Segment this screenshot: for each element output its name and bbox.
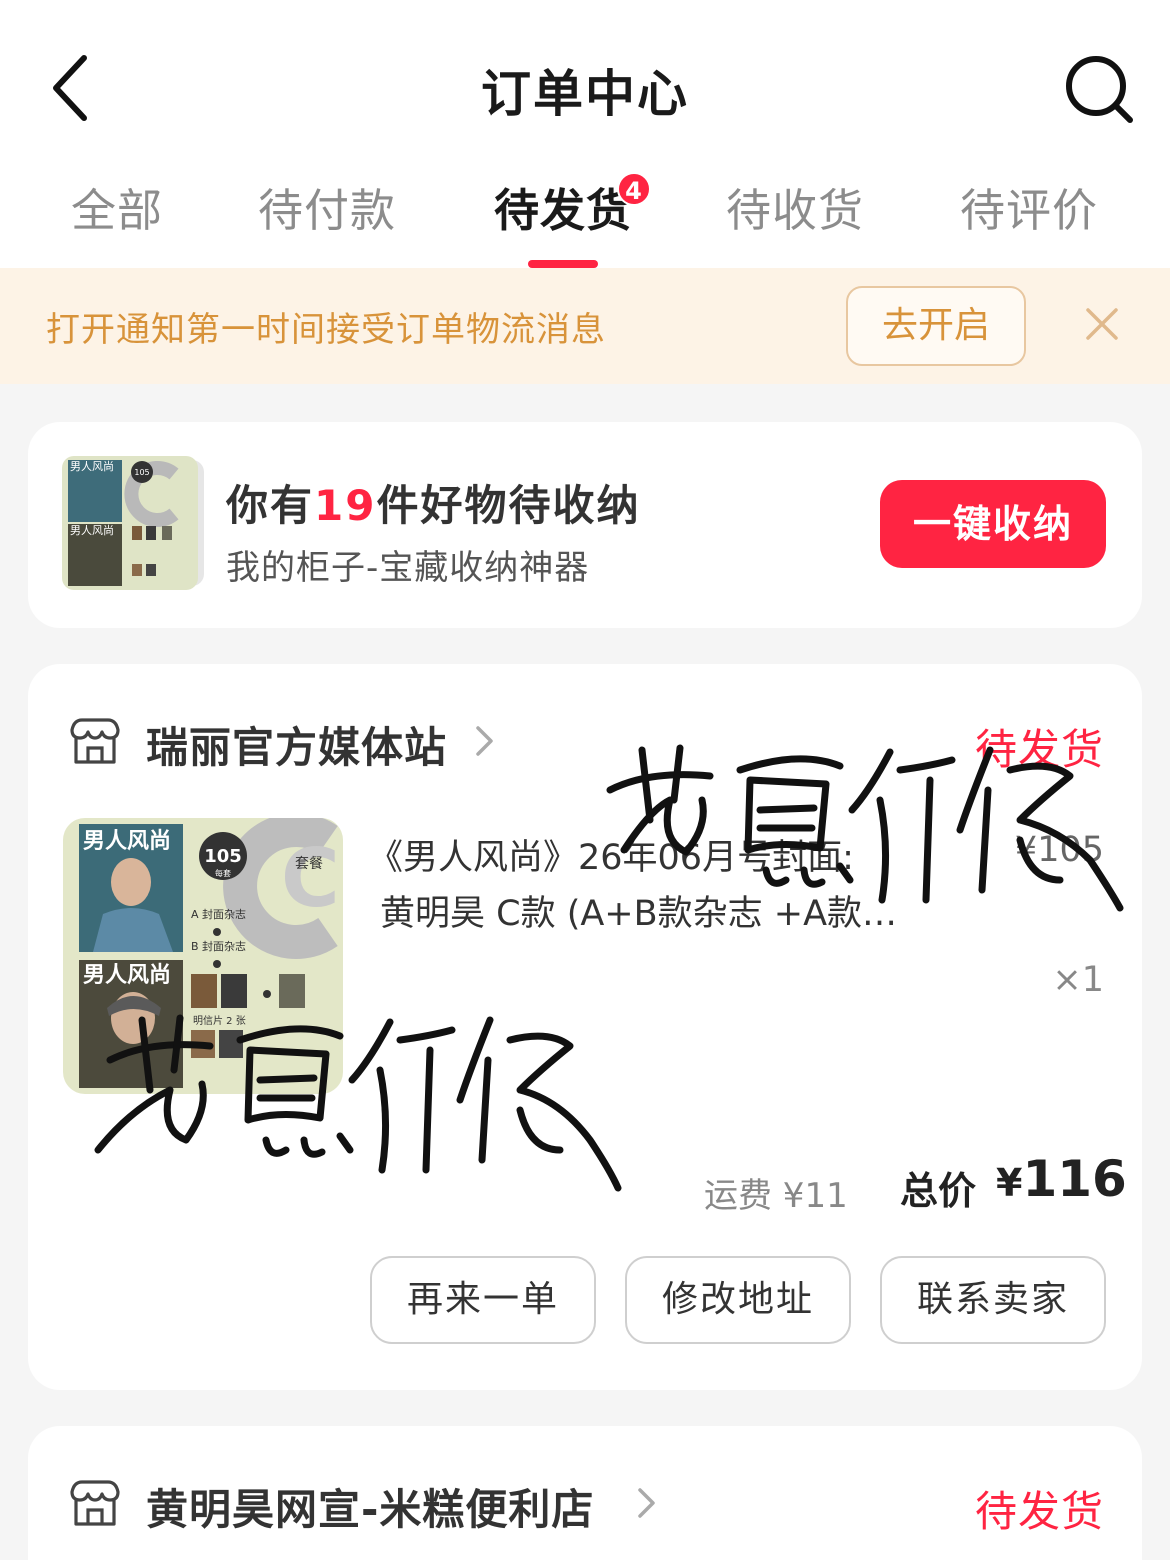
total-label: 总价: [900, 1169, 977, 1213]
one-click-store-button[interactable]: 一键收纳: [880, 480, 1106, 568]
order-status: 待发货: [974, 1487, 1104, 1536]
chevron-right-icon[interactable]: [474, 724, 496, 758]
tab-pending-review[interactable]: 待评价: [912, 180, 1146, 268]
header: 订单中心 全部 待付款 待发货 4 待收货 待评价: [0, 0, 1170, 268]
edit-address-button[interactable]: 修改地址: [625, 1256, 851, 1344]
product-image[interactable]: C 男人风尚 男人风尚 105 每套 套餐 A 封面杂志 B 封面杂志 明信片 …: [63, 818, 343, 1094]
promo-count: 19: [314, 481, 377, 530]
page-title: 订单中心: [481, 65, 689, 123]
svg-text:明信片 2 张: 明信片 2 张: [193, 1014, 246, 1027]
tab-label: 待收货: [725, 184, 864, 237]
chevron-right-icon[interactable]: [636, 1486, 658, 1520]
product-price: ¥105: [1014, 830, 1104, 870]
tab-count-badge: 4: [617, 172, 651, 206]
contact-seller-button[interactable]: 联系卖家: [880, 1256, 1106, 1344]
notice-text: 打开通知第一时间接受订单物流消息: [46, 310, 606, 350]
svg-text:男人风尚: 男人风尚: [83, 963, 171, 988]
svg-text:男人风尚: 男人风尚: [83, 829, 171, 854]
total-price: ¥116: [996, 1150, 1127, 1208]
shop-icon: [68, 716, 122, 766]
tab-all[interactable]: 全部: [0, 180, 234, 268]
tab-pending-payment[interactable]: 待付款: [210, 180, 444, 268]
tab-label: 全部: [70, 184, 163, 237]
tab-pending-shipment[interactable]: 待发货 4: [446, 172, 680, 268]
tab-label: 待付款: [257, 184, 396, 237]
shop-name[interactable]: 黄明昊网宣-米糕便利店: [146, 1476, 594, 1537]
shipping-fee: 运费 ¥11: [704, 1176, 848, 1216]
svg-text:每套: 每套: [215, 868, 231, 878]
order-card: 瑞丽官方媒体站 待发货 C 男人风尚 男人风尚 105 每套 套餐 A 封面杂志…: [28, 664, 1142, 1390]
svg-text:C: C: [281, 832, 340, 925]
order-status: 待发货: [974, 725, 1104, 774]
search-icon[interactable]: [1062, 52, 1138, 128]
svg-text:B 封面杂志: B 封面杂志: [191, 939, 246, 953]
svg-text:105: 105: [134, 468, 149, 477]
tab-label: 待发货: [493, 184, 632, 237]
product-quantity: ×1: [1052, 960, 1104, 1000]
order-card: 黄明昊网宣-米糕便利店 待发货: [28, 1426, 1142, 1560]
svg-text:套餐: 套餐: [295, 856, 323, 872]
enable-notifications-button[interactable]: 去开启: [846, 286, 1026, 366]
promo-title: 你有19件好物待收纳: [226, 481, 641, 530]
storage-promo-card[interactable]: 105 男人风尚 男人风尚 你有19件好物待收纳 我的柜子-宝藏收纳神器 一键收…: [28, 422, 1142, 628]
reorder-button[interactable]: 再来一单: [370, 1256, 596, 1344]
svg-text:105: 105: [204, 846, 242, 867]
svg-text:男人风尚: 男人风尚: [70, 459, 114, 473]
svg-text:A 封面杂志: A 封面杂志: [191, 907, 246, 921]
shop-icon: [68, 1478, 122, 1528]
order-tabs: 全部 待付款 待发货 4 待收货 待评价: [0, 172, 1170, 268]
close-icon[interactable]: [1080, 302, 1124, 346]
tab-label: 待评价: [959, 184, 1098, 237]
svg-text:男人风尚: 男人风尚: [70, 523, 114, 537]
shop-name[interactable]: 瑞丽官方媒体站: [146, 714, 447, 775]
product-title[interactable]: 《男人风尚》26年06月号封面: 黄明昊 C款 (A+B款杂志 +A款…: [368, 830, 1108, 942]
promo-thumbnail: 105 男人风尚 男人风尚: [62, 456, 206, 590]
notification-banner: 打开通知第一时间接受订单物流消息 去开启: [0, 268, 1170, 384]
active-tab-indicator: [528, 260, 598, 268]
promo-subtitle: 我的柜子-宝藏收纳神器: [226, 548, 590, 588]
tab-pending-receipt[interactable]: 待收货: [678, 180, 912, 268]
